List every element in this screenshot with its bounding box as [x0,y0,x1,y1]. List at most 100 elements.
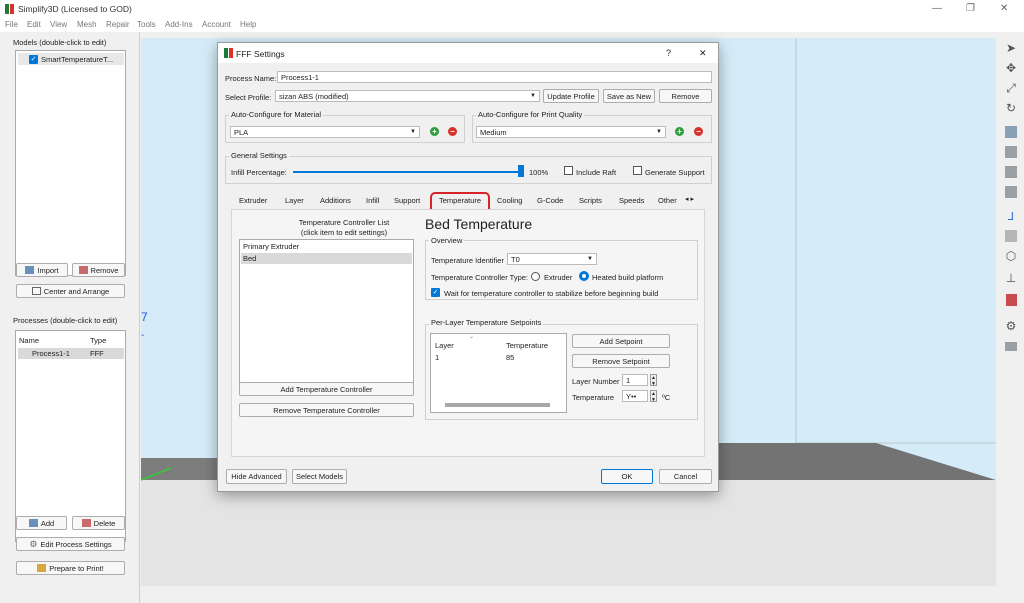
add-setpoint-button[interactable]: Add Setpoint [572,334,670,348]
tab-layer[interactable]: Layer [285,196,304,205]
hide-advanced-button[interactable]: Hide Advanced [226,469,287,484]
supports-icon[interactable] [1003,338,1019,354]
settings-gear-icon[interactable]: ⚙ [1003,318,1019,334]
table-row[interactable]: 1 85 [431,352,566,363]
dialog-close-button[interactable]: ✕ [699,48,707,59]
menu-edit[interactable]: Edit [27,20,41,29]
import-button[interactable]: Import [16,263,68,277]
remove-profile-button[interactable]: Remove [659,89,712,103]
select-profile-dropdown[interactable]: sizan ABS (modified) ▼ [275,90,540,102]
list-item[interactable]: ✓ SmartTemperatureT... [18,53,124,65]
setpoints-table[interactable]: Layer Temperature ⌄ 1 85 [430,333,567,413]
move-icon[interactable]: ✥ [1003,60,1019,76]
temperature-stepper[interactable]: ▲ ▼ [650,390,657,403]
models-list[interactable]: ✓ SmartTemperatureT... [15,50,126,276]
wait-stabilize-checkbox[interactable]: ✓ [431,288,440,297]
select-models-button[interactable]: Select Models [292,469,347,484]
menu-tools[interactable]: Tools [137,20,156,29]
temperature-input[interactable]: Y•• [622,390,648,402]
tab-scroll-arrows-icon[interactable]: ◂ ▸ [685,195,694,203]
help-button[interactable]: ? [666,48,671,58]
controller-list[interactable]: Primary Extruder Bed [239,239,414,384]
processes-list[interactable]: Name Type Process1-1 FFF [15,330,126,542]
wireframe-icon[interactable]: ⬡ [1003,248,1019,264]
axis-toggle-icon[interactable]: ⊥ [1003,270,1019,286]
select-arrow-icon[interactable]: ➤ [1003,40,1019,56]
view-side-icon[interactable] [1003,164,1019,180]
menu-mesh[interactable]: Mesh [77,20,97,29]
prepare-to-print-button[interactable]: Prepare to Print! [16,561,125,575]
select-profile-label: Select Profile: [225,93,272,102]
material-dropdown[interactable]: PLA ▼ [230,126,420,138]
menu-addins[interactable]: Add-Ins [165,20,193,29]
view-front-icon[interactable] [1003,144,1019,160]
col-header-type: Type [90,336,107,345]
layer-number-input[interactable]: 1 [622,374,648,386]
update-profile-button[interactable]: Update Profile [543,89,599,103]
save-as-new-button[interactable]: Save as New [603,89,655,103]
remove-material-icon[interactable]: − [448,127,457,136]
remove-quality-icon[interactable]: − [694,127,703,136]
tab-gcode[interactable]: G-Code [537,196,563,205]
tab-scripts[interactable]: Scripts [579,196,602,205]
edit-process-settings-button[interactable]: ⚙ Edit Process Settings [16,537,125,551]
view-iso-icon[interactable] [1003,124,1019,140]
processes-panel-title: Processes (double-click to edit) [13,316,118,325]
horizontal-scrollbar[interactable] [445,403,550,407]
list-item[interactable]: Primary Extruder [241,241,412,252]
chevron-down-icon: ▼ [410,129,416,135]
add-quality-icon[interactable]: + [675,127,684,136]
infill-slider-track[interactable] [293,171,523,173]
tab-cooling[interactable]: Cooling [497,196,522,205]
process-type: FFF [90,349,104,358]
infill-slider-thumb[interactable] [518,165,524,177]
checkbox-icon[interactable]: ✓ [29,54,38,64]
tab-extruder[interactable]: Extruder [239,196,267,205]
close-window-button[interactable]: ✕ [1000,3,1008,14]
right-toolbar: ➤ ✥ ⤢ ↻ ⅃ ⬡ ⊥ ⚙ [999,38,1024,368]
tab-speeds[interactable]: Speeds [619,196,644,205]
generate-support-checkbox[interactable] [633,166,642,175]
table-row[interactable]: Process1-1 FFF [18,348,124,359]
maximize-button[interactable]: ❐ [966,3,975,14]
tab-temperature[interactable]: Temperature [439,196,481,205]
quality-dropdown[interactable]: Medium ▼ [476,126,666,138]
axes-icon[interactable]: ⅃ [1003,208,1019,224]
app-logo-icon [5,4,14,14]
center-arrange-button[interactable]: Center and Arrange [16,284,125,298]
process-name-input[interactable]: Process1-1 [277,71,712,83]
radio-extruder[interactable] [531,272,540,281]
list-item[interactable]: Bed [241,253,412,264]
view-top-icon[interactable] [1003,184,1019,200]
add-temperature-controller-button[interactable]: Add Temperature Controller [239,382,414,396]
identifier-dropdown[interactable]: T0 ▼ [507,253,597,265]
chevron-down-icon: ▼ [656,129,662,135]
tab-support[interactable]: Support [394,196,420,205]
include-raft-checkbox[interactable] [564,166,573,175]
remove-model-button[interactable]: Remove [72,263,125,277]
cross-section-icon[interactable] [1003,292,1019,308]
tab-additions[interactable]: Additions [320,196,351,205]
radio-heated-build-platform[interactable] [579,271,589,281]
general-settings-title: General Settings [229,151,289,160]
solid-view-icon[interactable] [1003,228,1019,244]
menu-view[interactable]: View [50,20,67,29]
remove-temperature-controller-button[interactable]: Remove Temperature Controller [239,403,414,417]
add-process-button[interactable]: Add [16,516,67,530]
minimize-button[interactable]: — [932,3,942,14]
dialog-title: FFF Settings [236,49,285,59]
tab-infill[interactable]: Infill [366,196,379,205]
menu-file[interactable]: File [5,20,18,29]
menu-help[interactable]: Help [240,20,256,29]
tab-other[interactable]: Other [658,196,677,205]
cancel-button[interactable]: Cancel [659,469,712,484]
delete-process-button[interactable]: Delete [72,516,125,530]
remove-setpoint-button[interactable]: Remove Setpoint [572,354,670,368]
menu-repair[interactable]: Repair [106,20,130,29]
layer-number-stepper[interactable]: ▲ ▼ [650,374,657,387]
scale-icon[interactable]: ⤢ [1003,80,1019,96]
ok-button[interactable]: OK [601,469,653,484]
add-material-icon[interactable]: + [430,127,439,136]
menu-account[interactable]: Account [202,20,231,29]
rotate-icon[interactable]: ↻ [1003,100,1019,116]
